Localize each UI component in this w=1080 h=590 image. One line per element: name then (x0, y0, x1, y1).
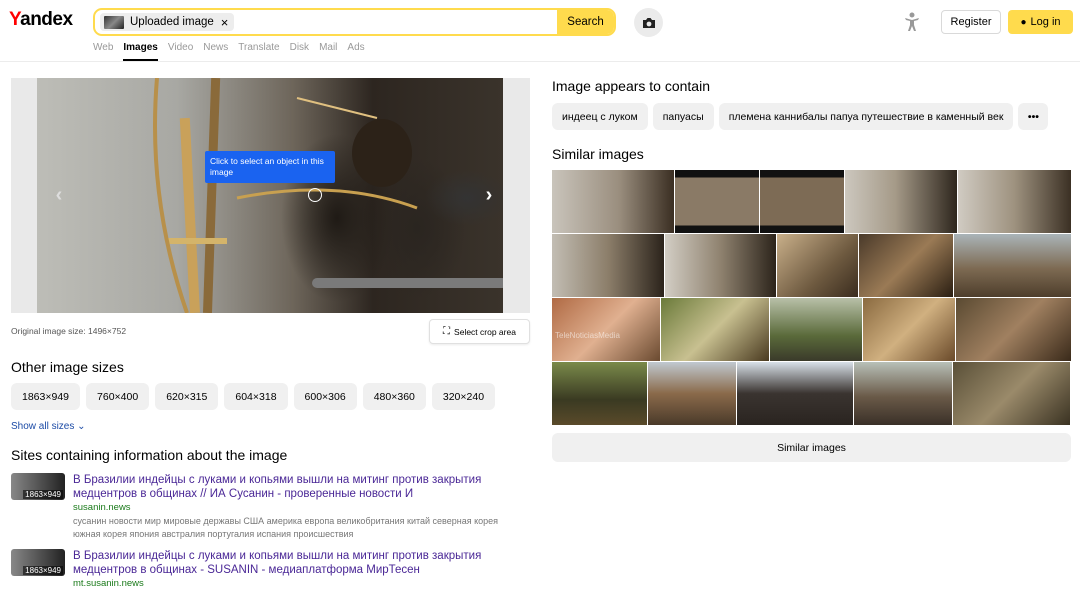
register-button[interactable]: Register (941, 10, 1001, 34)
watermark-text: TeleNoticiasMedia (555, 331, 620, 340)
tag-chip[interactable]: племена каннибалы папуа путешествие в ка… (718, 103, 1014, 130)
object-target-circle[interactable] (308, 188, 322, 202)
site-thumbnail[interactable]: 1863×949 (11, 473, 65, 500)
uploaded-image-label: Uploaded image (130, 16, 214, 28)
yandex-logo[interactable]: Yandex (9, 9, 73, 31)
site-url[interactable]: mt.susanin.news (73, 578, 144, 589)
similar-image[interactable] (665, 234, 776, 297)
thumbnail-size: 1863×949 (23, 490, 63, 499)
size-chip[interactable]: 1863×949 (11, 383, 81, 410)
similar-image[interactable] (675, 170, 759, 233)
size-chip[interactable]: 600×306 (293, 383, 357, 410)
tag-chips: индеец с луком папуасы племена каннибалы… (552, 103, 1053, 130)
search-button[interactable]: Search (557, 10, 614, 34)
header: Yandex Uploaded image × Search Register … (0, 0, 1080, 62)
login-button[interactable]: ● Log in (1008, 10, 1073, 34)
similar-images-button[interactable]: Similar images (552, 433, 1071, 462)
size-chip[interactable]: 620×315 (155, 383, 219, 410)
site-result[interactable]: 1863×949 В Бразилии индейцы с луками и к… (11, 549, 511, 589)
similar-image[interactable] (956, 298, 1071, 361)
select-crop-area-button[interactable]: ⛶ Select crop area (429, 319, 530, 344)
similar-image[interactable] (953, 362, 1070, 425)
uploaded-image-chip[interactable]: Uploaded image × (100, 13, 235, 31)
site-description: сусанин новости мир мировые державы США … (73, 516, 499, 539)
contains-title: Image appears to contain (552, 78, 710, 94)
tab-news[interactable]: News (203, 42, 228, 61)
search-box[interactable]: Uploaded image × Search (93, 8, 616, 36)
show-all-sizes-link[interactable]: Show all sizes ⌄ (11, 421, 86, 432)
image-margin-left (11, 78, 37, 313)
tag-chip[interactable]: индеец с луком (552, 103, 648, 130)
select-object-tooltip: Click to select an object in this image (205, 151, 335, 183)
size-chips: 1863×949 760×400 620×315 604×318 600×306… (11, 383, 501, 410)
similar-title: Similar images (552, 146, 644, 162)
size-chip[interactable]: 480×360 (362, 383, 426, 410)
image-margin-right (503, 78, 530, 313)
similar-image[interactable] (854, 362, 952, 425)
tab-video[interactable]: Video (168, 42, 193, 61)
nav-tabs: Web Images Video News Translate Disk Mai… (93, 42, 375, 61)
camera-icon[interactable] (634, 8, 663, 37)
similar-image[interactable] (954, 234, 1071, 297)
tab-mail[interactable]: Mail (319, 42, 337, 61)
similar-image[interactable] (863, 298, 955, 361)
similar-images-grid: TeleNoticiasMedia (552, 170, 1071, 426)
more-icon[interactable]: ••• (1018, 103, 1049, 130)
tab-translate[interactable]: Translate (238, 42, 279, 61)
similar-image[interactable] (958, 170, 1071, 233)
close-icon[interactable]: × (221, 16, 229, 29)
similar-image[interactable]: TeleNoticiasMedia (552, 298, 660, 361)
user-icon: ● (1020, 16, 1027, 28)
sites-title: Sites containing information about the i… (11, 447, 288, 463)
similar-image[interactable] (770, 298, 862, 361)
tag-chip[interactable]: папуасы (652, 103, 714, 130)
similar-image[interactable] (552, 362, 647, 425)
site-title-link[interactable]: В Бразилии индейцы с луками и копьями вы… (73, 549, 513, 578)
similar-image[interactable] (760, 170, 844, 233)
similar-image[interactable] (648, 362, 736, 425)
tab-disk[interactable]: Disk (290, 42, 309, 61)
chevron-left-icon[interactable]: ‹ (49, 182, 69, 208)
thumbnail-size: 1863×949 (23, 566, 63, 575)
similar-image[interactable] (777, 234, 858, 297)
other-sizes-title: Other image sizes (11, 359, 124, 375)
similar-image[interactable] (737, 362, 853, 425)
login-label: Log in (1030, 16, 1061, 28)
size-chip[interactable]: 604×318 (224, 383, 288, 410)
size-chip[interactable]: 320×240 (431, 383, 496, 410)
tab-images[interactable]: Images (123, 42, 158, 61)
site-result[interactable]: 1863×949 В Бразилии индейцы с луками и к… (11, 473, 511, 543)
similar-image[interactable] (552, 234, 664, 297)
accessibility-person-icon[interactable] (903, 12, 921, 32)
chevron-down-icon: ⌄ (77, 421, 86, 432)
similar-image[interactable] (845, 170, 957, 233)
site-title-link[interactable]: В Бразилии индейцы с луками и копьями вы… (73, 473, 513, 502)
show-all-sizes-label: Show all sizes (11, 421, 75, 432)
crop-button-label: Select crop area (454, 326, 516, 337)
crop-icon: ⛶ (443, 326, 451, 337)
tab-ads[interactable]: Ads (347, 42, 364, 61)
site-url[interactable]: susanin.news (73, 502, 131, 513)
size-chip[interactable]: 760×400 (86, 383, 150, 410)
similar-image[interactable] (859, 234, 953, 297)
grid-row (552, 362, 1071, 425)
uploaded-photo[interactable] (37, 78, 503, 313)
grid-row (552, 170, 1071, 233)
similar-image[interactable] (661, 298, 769, 361)
grid-row: TeleNoticiasMedia (552, 298, 1071, 361)
original-image-size: Original image size: 1496×752 (11, 326, 127, 336)
similar-image[interactable] (552, 170, 674, 233)
site-thumbnail[interactable]: 1863×949 (11, 549, 65, 576)
tab-web[interactable]: Web (93, 42, 113, 61)
grid-row (552, 234, 1071, 297)
chevron-right-icon[interactable]: › (479, 182, 499, 208)
main-image-viewer[interactable]: ‹ › Click to select an object in this im… (11, 78, 530, 313)
uploaded-image-thumbnail (104, 15, 124, 29)
